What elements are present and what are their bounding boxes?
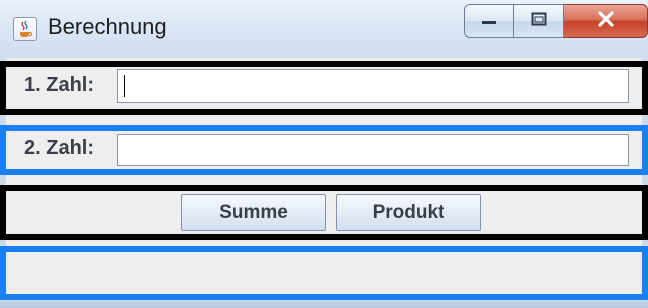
application-window: Berechnung 1. Zahl: 2. Zahl: Summe Produ… xyxy=(0,0,648,308)
second-number-field[interactable] xyxy=(117,134,629,166)
java-coffee-cup-icon[interactable] xyxy=(13,17,37,41)
second-number-label: 2. Zahl: xyxy=(24,137,95,159)
result-label xyxy=(13,259,635,289)
window-title: Berechnung xyxy=(48,14,167,39)
window-bottom-border xyxy=(0,300,648,308)
maximize-icon xyxy=(531,12,547,31)
close-button[interactable] xyxy=(564,4,648,38)
minimize-icon xyxy=(480,12,498,30)
product-button[interactable]: Produkt xyxy=(336,194,481,231)
first-number-field[interactable] xyxy=(117,69,629,103)
maximize-button[interactable] xyxy=(514,4,564,38)
text-caret xyxy=(124,75,125,97)
caption-buttons xyxy=(464,4,648,40)
close-icon xyxy=(597,10,615,32)
sum-button[interactable]: Summe xyxy=(181,194,326,231)
minimize-button[interactable] xyxy=(464,4,514,38)
title-bar[interactable]: Berechnung xyxy=(0,0,648,58)
first-number-label: 1. Zahl: xyxy=(24,74,95,96)
